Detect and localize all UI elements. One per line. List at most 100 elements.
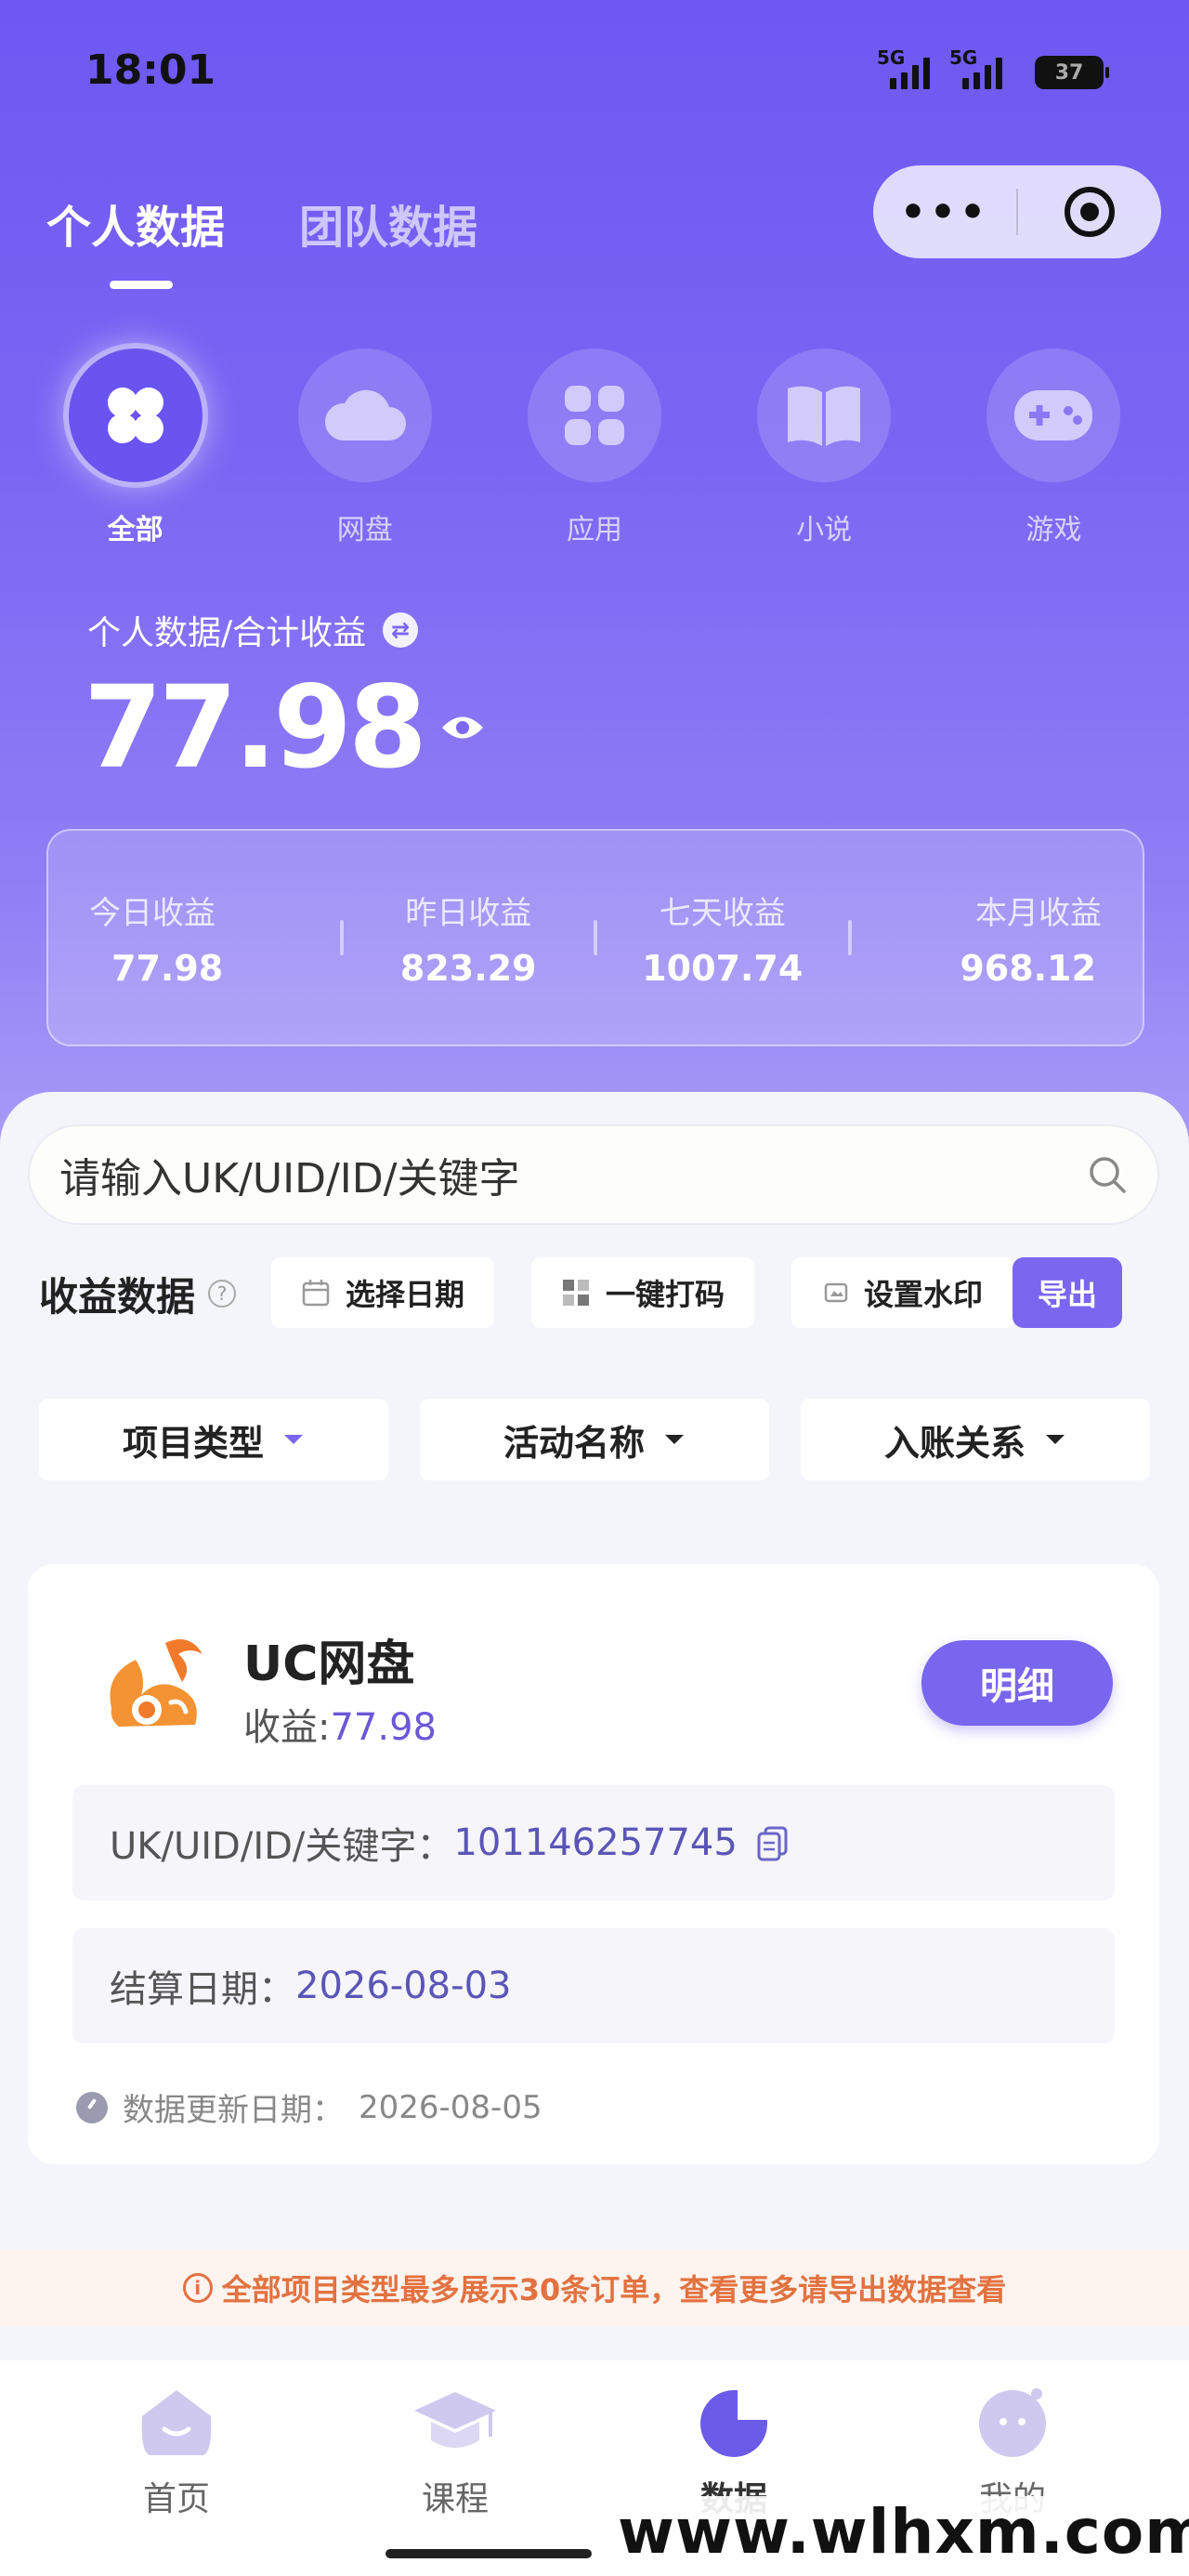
filter-account-relation[interactable]: 入账关系 bbox=[801, 1399, 1150, 1480]
eye-icon[interactable] bbox=[440, 712, 485, 743]
export-button[interactable]: 导出 bbox=[1013, 1257, 1122, 1328]
book-icon bbox=[757, 348, 892, 482]
update-date-row: 数据更新日期： 2026-08-05 bbox=[76, 2084, 542, 2130]
category-apps[interactable]: 应用 bbox=[525, 348, 664, 547]
category-label: 小说 bbox=[796, 514, 853, 546]
dropdown-arrow-icon bbox=[1046, 1435, 1065, 1444]
clock-icon bbox=[76, 2091, 108, 2123]
close-miniprogram-button[interactable] bbox=[1018, 184, 1161, 240]
total-value: 77.98 bbox=[84, 662, 427, 794]
dropdown-arrow-icon bbox=[665, 1435, 684, 1444]
settle-label: 结算日期： bbox=[110, 1968, 295, 2011]
stat-today: 今日收益 77.98 bbox=[48, 887, 340, 989]
category-games[interactable]: 游戏 bbox=[984, 348, 1123, 547]
help-icon[interactable]: ? bbox=[208, 1280, 237, 1308]
nav-courses[interactable]: 课程 bbox=[372, 2360, 539, 2576]
more-menu-button[interactable]: ••• bbox=[873, 189, 1016, 236]
apps-icon bbox=[527, 348, 661, 482]
stat-value: 1007.74 bbox=[642, 947, 804, 989]
button-label: 设置水印 bbox=[863, 1277, 983, 1312]
miniprogram-capsule: ••• bbox=[873, 165, 1161, 258]
info-icon: i bbox=[182, 2273, 213, 2303]
key-label: UK/UID/ID/关键字： bbox=[110, 1825, 454, 1868]
data-tabs: 个人数据 团队数据 bbox=[46, 191, 477, 289]
category-selector: 全部 网盘 应用 小说 游戏 bbox=[0, 348, 1189, 547]
button-label: 一键打码 bbox=[605, 1277, 725, 1312]
card-earnings: 收益:77.98 bbox=[243, 1697, 437, 1751]
stat-value: 77.98 bbox=[111, 947, 224, 989]
signal-strength-icon: 5G bbox=[877, 46, 930, 89]
filter-label: 项目类型 bbox=[122, 1422, 264, 1464]
settle-value: 2026-08-03 bbox=[295, 1965, 512, 2007]
stat-label: 今日收益 bbox=[89, 894, 216, 932]
nav-label: 课程 bbox=[421, 2480, 489, 2518]
nav-home[interactable]: 首页 bbox=[93, 2360, 260, 2576]
summary-label: 个人数据/合计收益 bbox=[87, 614, 367, 652]
filter-activity-name[interactable]: 活动名称 bbox=[420, 1399, 769, 1480]
watermark-text: www.wlhxm.com bbox=[608, 2496, 1189, 2568]
update-label: 数据更新日期： bbox=[123, 2092, 344, 2129]
category-label: 网盘 bbox=[336, 514, 393, 546]
signal-strength-icon-2: 5G bbox=[949, 46, 1002, 89]
update-value: 2026-08-05 bbox=[359, 2088, 542, 2126]
status-bar: 18:01 5G 5G 37 bbox=[85, 46, 1109, 102]
stat-month: 本月收益 968.12 bbox=[852, 887, 1143, 989]
target-icon bbox=[1065, 187, 1115, 237]
filter-label: 活动名称 bbox=[503, 1422, 645, 1464]
filter-label: 入账关系 bbox=[883, 1422, 1026, 1464]
category-label: 游戏 bbox=[1026, 514, 1082, 546]
pie-chart-icon bbox=[700, 2390, 767, 2457]
stat-label: 七天收益 bbox=[659, 894, 786, 932]
card-title: UC网盘 bbox=[243, 1636, 415, 1692]
watermark-icon bbox=[824, 1282, 848, 1303]
uc-squirrel-logo-icon bbox=[110, 1639, 203, 1727]
button-label: 选择日期 bbox=[345, 1277, 464, 1312]
summary-label-row: 个人数据/合计收益 ⇄ bbox=[87, 606, 419, 654]
swap-icon[interactable]: ⇄ bbox=[383, 612, 419, 648]
section-title: 收益数据 bbox=[39, 1273, 196, 1320]
one-click-mask-button[interactable]: 一键打码 bbox=[531, 1257, 754, 1328]
detail-button[interactable]: 明细 bbox=[921, 1640, 1113, 1726]
clover-icon bbox=[68, 348, 203, 482]
category-novels[interactable]: 小说 bbox=[754, 348, 894, 547]
category-label: 应用 bbox=[566, 514, 622, 546]
nav-label: 首页 bbox=[142, 2480, 210, 2518]
copy-icon[interactable] bbox=[754, 1824, 791, 1861]
tab-personal-data[interactable]: 个人数据 bbox=[46, 191, 225, 289]
earn-value: 77.98 bbox=[330, 1706, 437, 1749]
gamepad-icon bbox=[986, 348, 1121, 482]
set-watermark-button[interactable]: 设置水印 bbox=[791, 1257, 1014, 1328]
category-netdisk[interactable]: 网盘 bbox=[295, 348, 435, 547]
search-bar[interactable]: 请输入UK/UID/ID/关键字 bbox=[28, 1124, 1159, 1225]
earn-label: 收益: bbox=[243, 1706, 331, 1749]
stat-value: 968.12 bbox=[960, 947, 1096, 989]
notice-text: 全部项目类型最多展示30条订单，查看更多请导出数据查看 bbox=[221, 2272, 1007, 2307]
stat-value: 823.29 bbox=[399, 947, 537, 989]
clock-time: 18:01 bbox=[85, 46, 216, 94]
notice-banner: i 全部项目类型最多展示30条订单，查看更多请导出数据查看 bbox=[0, 2249, 1189, 2327]
home-indicator[interactable] bbox=[385, 2549, 592, 2558]
mosaic-icon bbox=[562, 1280, 589, 1306]
category-label: 全部 bbox=[107, 514, 163, 546]
battery-icon: 37 bbox=[1035, 56, 1109, 89]
profile-icon bbox=[979, 2388, 1046, 2457]
search-input[interactable]: 请输入UK/UID/ID/关键字 bbox=[59, 1145, 1087, 1204]
home-icon bbox=[141, 2390, 212, 2455]
calendar-icon bbox=[302, 1280, 330, 1307]
graduation-cap-icon bbox=[414, 2392, 496, 2448]
stat-yesterday: 昨日收益 823.29 bbox=[344, 887, 594, 989]
select-date-button[interactable]: 选择日期 bbox=[271, 1257, 494, 1328]
category-all[interactable]: 全部 bbox=[66, 348, 205, 547]
key-row: UK/UID/ID/关键字： 101146257745 bbox=[72, 1785, 1115, 1900]
filter-project-type[interactable]: 项目类型 bbox=[39, 1399, 388, 1480]
filter-bar: 项目类型 活动名称 入账关系 bbox=[39, 1399, 1150, 1480]
settlement-date-row: 结算日期： 2026-08-03 bbox=[72, 1928, 1115, 2044]
search-icon[interactable] bbox=[1087, 1154, 1128, 1195]
cloud-icon bbox=[297, 348, 432, 482]
stat-label: 昨日收益 bbox=[405, 894, 532, 932]
earnings-card: UC网盘 收益:77.98 明细 UK/UID/ID/关键字： 10114625… bbox=[28, 1564, 1159, 2164]
stat-label: 本月收益 bbox=[975, 894, 1102, 932]
stat-seven-days: 七天收益 1007.74 bbox=[597, 887, 848, 989]
key-value: 101146257745 bbox=[453, 1821, 738, 1864]
tab-team-data[interactable]: 团队数据 bbox=[299, 191, 477, 256]
